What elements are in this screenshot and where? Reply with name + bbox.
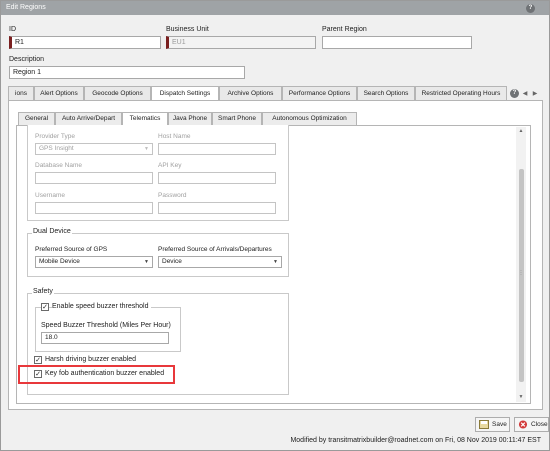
username-field — [35, 202, 153, 214]
tab-alert-options[interactable]: Alert Options — [34, 86, 84, 100]
tab-performance-options[interactable]: Performance Options — [282, 86, 357, 100]
parent-region-field[interactable] — [322, 36, 472, 49]
description-label: Description — [9, 56, 45, 63]
gps-source-select[interactable]: Mobile Device ▼ — [35, 256, 153, 268]
help-icon[interactable]: ? — [526, 4, 535, 13]
arrivals-source-select[interactable]: Device ▼ — [158, 256, 282, 268]
speed-buzzer-label: Enable speed buzzer threshold — [52, 303, 151, 310]
save-button-label: Save — [492, 421, 507, 428]
database-name-label: Database Name — [35, 162, 82, 169]
subtab-autonomous-optimization[interactable]: Autonomous Optimization — [262, 112, 357, 125]
dual-device-title: Dual Device — [32, 228, 72, 235]
threshold-input[interactable]: 18.0 — [41, 332, 169, 344]
api-key-label: API Key — [158, 162, 182, 169]
scroll-grip-icon: ⋮ — [518, 270, 524, 276]
username-label: Username — [35, 192, 65, 199]
provider-type-label: Provider Type — [35, 133, 75, 140]
provider-type-select: GPS Insight ▼ — [35, 143, 153, 155]
tabs-help-icon[interactable]: ? — [510, 89, 519, 98]
harsh-driving-checkbox[interactable]: ✓ — [34, 356, 42, 364]
id-label: ID — [9, 26, 16, 33]
tab-archive-options[interactable]: Archive Options — [219, 86, 282, 100]
edit-regions-window: Edit Regions ? ID R1 Business Unit EU1 P… — [0, 0, 550, 451]
title-bar: Edit Regions ? — [1, 1, 549, 15]
business-unit-field: EU1 — [166, 36, 316, 49]
subtab-java-phone[interactable]: Java Phone — [168, 112, 212, 125]
business-unit-label: Business Unit — [166, 26, 209, 33]
save-button[interactable]: Save — [475, 417, 510, 432]
tab-search-options[interactable]: Search Options — [357, 86, 415, 100]
safety-title: Safety — [32, 288, 54, 295]
arrivals-source-value: Device — [162, 258, 182, 265]
tab-regions-partial[interactable]: ions — [8, 86, 34, 100]
gps-source-label: Preferred Source of GPS — [35, 246, 108, 253]
scroll-down-icon[interactable]: ▼ — [517, 393, 525, 401]
modified-info: Modified by transitmatrixbuilder@roadnet… — [290, 437, 541, 444]
password-label: Password — [158, 192, 187, 199]
password-field — [158, 202, 276, 214]
host-name-label: Host Name — [158, 133, 191, 140]
speed-buzzer-checkbox[interactable]: ✓ — [41, 303, 49, 311]
subtab-telematics[interactable]: Telematics — [122, 112, 168, 126]
keyfob-highlight-box — [18, 365, 175, 384]
dual-device-group — [27, 233, 289, 277]
window-title: Edit Regions — [6, 4, 46, 11]
dropdown-caret-icon: ▼ — [144, 259, 149, 265]
close-button-label: Close — [531, 421, 548, 428]
host-name-field — [158, 143, 276, 155]
tab-geocode-options[interactable]: Geocode Options — [84, 86, 151, 100]
description-field[interactable]: Region 1 — [9, 66, 245, 79]
scroll-up-icon[interactable]: ▲ — [517, 127, 525, 135]
harsh-driving-label: Harsh driving buzzer enabled — [45, 356, 137, 363]
tab-scroll-left-icon[interactable]: ◀ — [521, 90, 529, 98]
api-key-field — [158, 172, 276, 184]
subtab-smart-phone[interactable]: Smart Phone — [212, 112, 262, 125]
dropdown-caret-icon: ▼ — [144, 146, 149, 152]
speed-buzzer-group — [35, 307, 181, 352]
tab-dispatch-settings[interactable]: Dispatch Settings — [151, 86, 219, 101]
close-button[interactable]: Close — [514, 417, 549, 432]
gps-source-value: Mobile Device — [39, 258, 80, 265]
database-name-field — [35, 172, 153, 184]
close-icon — [518, 420, 528, 429]
tab-scroll-right-icon[interactable]: ▶ — [531, 90, 539, 98]
subtab-auto-arrive-depart[interactable]: Auto Arrive/Depart — [55, 112, 122, 125]
id-field[interactable]: R1 — [9, 36, 161, 49]
arrivals-source-label: Preferred Source of Arrivals/Departures — [158, 246, 272, 253]
dropdown-caret-icon: ▼ — [273, 259, 278, 265]
tab-restricted-operating-hours[interactable]: Restricted Operating Hours — [415, 86, 507, 100]
subtab-general[interactable]: General — [18, 112, 55, 125]
threshold-label: Speed Buzzer Threshold (Miles Per Hour) — [41, 322, 171, 329]
parent-region-label: Parent Region — [322, 26, 367, 33]
save-icon — [479, 420, 489, 429]
provider-type-value: GPS Insight — [39, 145, 74, 152]
